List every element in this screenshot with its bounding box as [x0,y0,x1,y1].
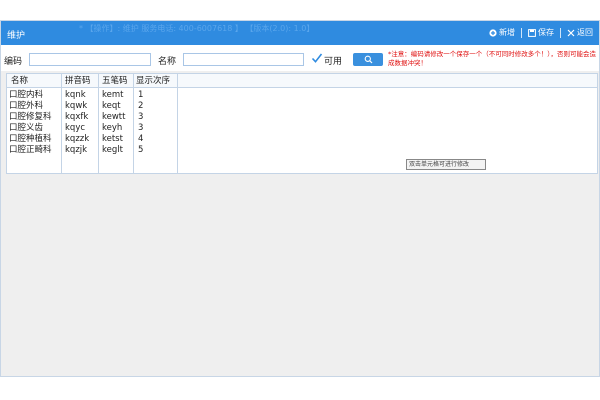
code-input[interactable] [29,53,151,66]
column-header-order[interactable]: 显示次序 [136,76,170,87]
save-icon [528,28,536,37]
toolbar: 新增 保存 返回 [489,27,593,38]
column-header-wubi[interactable]: 五笔码 [102,76,128,87]
close-icon [567,29,575,36]
cell-wubi[interactable]: kemt [102,90,123,101]
cell-order[interactable]: 1 [138,90,143,101]
cell-pinyin[interactable]: kqyc [65,123,85,134]
column-header-name[interactable]: 名称 [11,76,28,87]
cell-name[interactable]: 口腔义齿 [9,123,43,134]
plus-circle-icon [489,28,497,37]
cell-pinyin[interactable]: kqzjk [65,145,87,156]
service-info-text: * 【操作】: 维护 服务电话: 400-6007618 】 【版本(2.0):… [79,24,315,33]
cell-order[interactable]: 3 [138,112,143,123]
edit-hint-tooltip: 双击单元格可进行修改 [406,159,486,170]
column-header-pinyin[interactable]: 拼音码 [65,76,91,87]
back-button[interactable]: 返回 [567,27,593,38]
cell-order[interactable]: 4 [138,134,143,145]
search-button[interactable] [353,53,383,66]
save-button[interactable]: 保存 [528,27,554,38]
save-button-label: 保存 [538,28,554,37]
cell-wubi[interactable]: keqt [102,101,121,112]
cell-pinyin[interactable]: kqxfk [65,112,88,123]
cell-wubi[interactable]: ketst [102,134,123,145]
enabled-checkbox[interactable] [311,52,323,64]
data-grid: 名称 拼音码 五笔码 显示次序 口腔内科 kqnk kemt 1 口腔外科 kq… [6,73,598,174]
search-icon [364,55,372,64]
name-label: 名称 [158,57,177,67]
cell-order[interactable]: 5 [138,145,143,156]
cell-pinyin[interactable]: kqnk [65,90,86,101]
cell-pinyin[interactable]: kqwk [65,101,87,112]
code-label: 编码 [4,57,23,67]
search-bar: 编码 名称 可用 *注意：编码请修改一个保存一个（不可同时修改多个！），否则可能… [1,45,599,71]
cell-wubi[interactable]: keyh [102,123,122,134]
back-button-label: 返回 [577,28,593,37]
toolbar-divider [560,27,561,38]
name-input[interactable] [183,53,304,66]
window-title: 维护 [7,31,26,41]
toolbar-divider [521,27,522,38]
cell-wubi[interactable]: kewtt [102,112,125,123]
add-button-label: 新增 [499,28,515,37]
warning-notice: *注意：编码请修改一个保存一个（不可同时修改多个！），否则可能会造成数据冲突！ [388,50,596,67]
add-button[interactable]: 新增 [489,27,515,38]
cell-name[interactable]: 口腔内科 [9,90,43,101]
title-bar: 维护 * 【操作】: 维护 服务电话: 400-6007618 】 【版本(2.… [1,21,599,45]
cell-name[interactable]: 口腔修复科 [9,112,52,123]
cell-name[interactable]: 口腔种植科 [9,134,52,145]
cell-order[interactable]: 3 [138,123,143,134]
maintenance-window: 维护 * 【操作】: 维护 服务电话: 400-6007618 】 【版本(2.… [0,20,600,377]
enabled-label: 可用 [324,57,343,67]
cell-wubi[interactable]: keglt [102,145,123,156]
cell-pinyin[interactable]: kqzzk [65,134,89,145]
cell-name[interactable]: 口腔外科 [9,101,43,112]
cell-name[interactable]: 口腔正畸科 [9,145,52,156]
cell-order[interactable]: 2 [138,101,143,112]
